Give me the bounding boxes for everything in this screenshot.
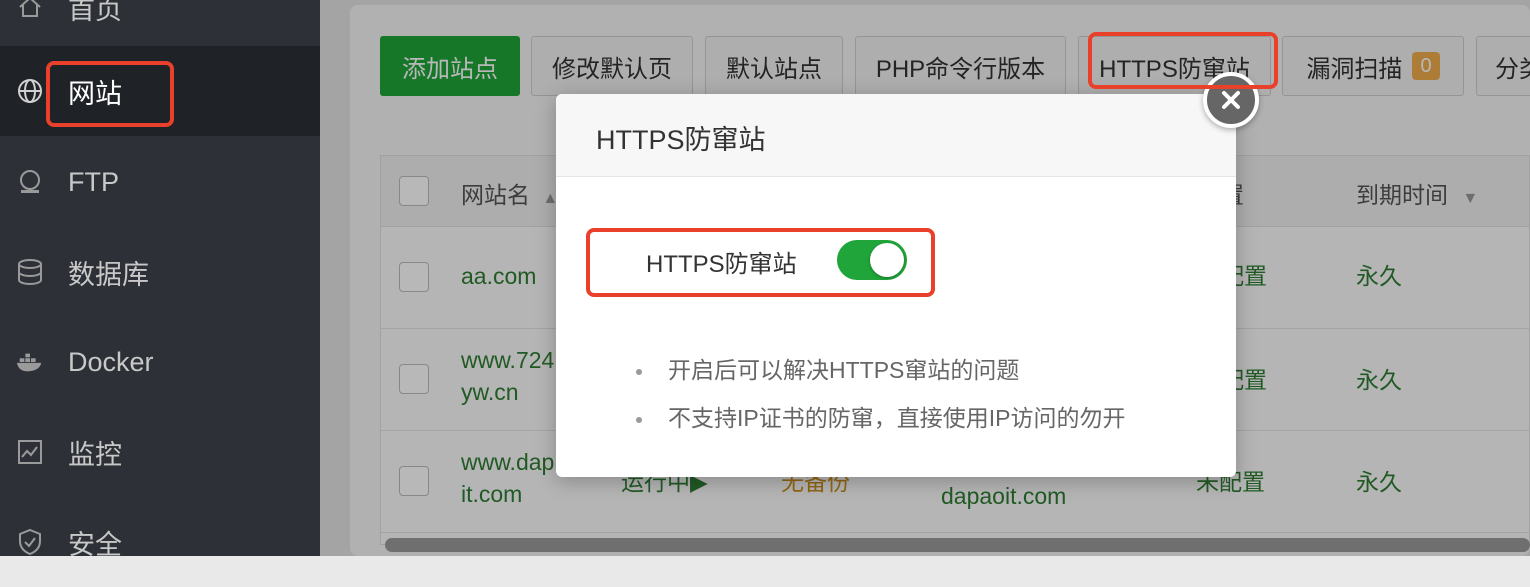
bullet-icon [636, 416, 642, 423]
note-item: 不支持IP证书的防窜，直接使用IP访问的勿开 [636, 399, 1125, 433]
sidebar-item-label: 网站 [68, 78, 122, 109]
sidebar-item-ftp[interactable]: FTP [0, 137, 320, 227]
dialog-title: HTTPS防窜站 [596, 125, 766, 155]
monitor-icon [16, 438, 44, 466]
sidebar-item-monitor[interactable]: 监控 [0, 407, 320, 497]
sidebar-item-docker[interactable]: Docker [0, 317, 320, 407]
home-icon [16, 0, 44, 21]
shield-icon [16, 528, 44, 556]
sidebar-item-label: 监控 [68, 439, 122, 470]
sidebar-item-database[interactable]: 数据库 [0, 227, 320, 317]
sidebar-item-label: 首页 [68, 0, 122, 25]
sidebar-item-security[interactable]: 安全 [0, 497, 320, 587]
docker-icon [16, 348, 44, 376]
sidebar-item-label: FTP [68, 166, 119, 197]
globe-icon [16, 77, 44, 105]
ftp-icon [16, 168, 44, 196]
sidebar: 首页 网站 FTP 数据库 Docker 监控 安全 [0, 0, 320, 560]
toggle-label: HTTPS防窜站 [646, 251, 797, 278]
bullet-icon [636, 368, 642, 375]
database-icon [16, 258, 44, 286]
sidebar-item-home[interactable]: 首页 [0, 0, 320, 52]
sidebar-item-label: Docker [68, 346, 154, 377]
note-item: 开启后可以解决HTTPS窜站的问题 [636, 351, 1019, 385]
https-anti-cross-toggle[interactable] [837, 240, 907, 280]
close-dialog-button[interactable] [1203, 72, 1259, 128]
sidebar-item-label: 数据库 [68, 259, 149, 290]
toggle-knob [870, 243, 904, 277]
dialog-header: HTTPS防窜站 [556, 94, 1236, 177]
close-icon [1222, 91, 1240, 109]
https-anti-cross-dialog: HTTPS防窜站 HTTPS防窜站 开启后可以解决HTTPS窜站的问题 不支持I… [556, 94, 1236, 477]
sidebar-item-website[interactable]: 网站 [0, 46, 320, 136]
